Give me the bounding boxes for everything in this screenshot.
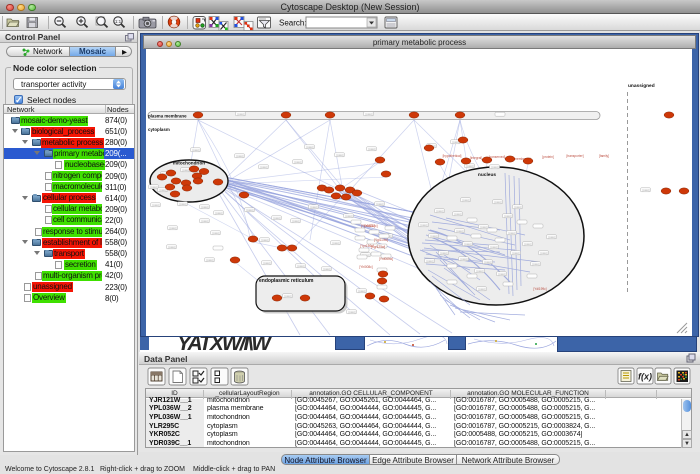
svg-text:[xxxx]: [xxxx] <box>515 205 522 209</box>
svg-text:[xxxx]: [xxxx] <box>202 219 209 223</box>
svg-text:cytoplasm: cytoplasm <box>148 127 170 132</box>
svg-text:[xxxx]: [xxxx] <box>359 289 366 293</box>
svg-text:[xxxx]: [xxxx] <box>513 251 520 255</box>
svg-text:[xxxx]: [xxxx] <box>369 147 376 151</box>
svg-text:[Ybr043c]: [Ybr043c] <box>361 224 375 228</box>
svg-text:endoplasmic reticulum: endoplasmic reticulum <box>259 278 314 284</box>
svg-text:[xxxx]: [xxxx] <box>366 112 373 116</box>
svg-text:[xxxx]: [xxxx] <box>153 203 160 207</box>
svg-text:[xxxx]: [xxxx] <box>285 294 292 298</box>
svg-text:[xxxx]: [xxxx] <box>431 234 438 238</box>
svg-text:[xxxx]: [xxxx] <box>237 154 244 158</box>
svg-text:[xxxx]: [xxxx] <box>202 205 209 209</box>
svg-text:[xxxx]: [xxxx] <box>492 165 499 169</box>
svg-text:[xxxx]: [xxxx] <box>455 212 462 216</box>
svg-text:[xxxx]: [xxxx] <box>238 112 245 116</box>
svg-text:[xxxx]: [xxxx] <box>437 209 444 213</box>
svg-text:[xxxx]: [xxxx] <box>541 251 548 255</box>
svg-text:[xxxx]: [xxxx] <box>293 219 300 223</box>
svg-text:[integral]: [integral] <box>470 156 482 160</box>
svg-text:[xxxx]: [xxxx] <box>337 153 344 157</box>
svg-text:f(x): f(x) <box>638 372 652 382</box>
svg-text:[xxxx]: [xxxx] <box>180 202 187 206</box>
svg-text:[xxxx]: [xxxx] <box>298 264 305 268</box>
svg-text:[xxxx]: [xxxx] <box>481 225 488 229</box>
svg-text:[xxxx]: [xxxx] <box>170 226 177 230</box>
svg-text:[xxxx]: [xxxx] <box>465 242 472 246</box>
svg-text:[xxxx]: [xxxx] <box>333 241 340 245</box>
svg-text:[xxxx]: [xxxx] <box>643 188 650 192</box>
svg-text:[xxxx]: [xxxx] <box>495 200 502 204</box>
svg-text:[xxxx]: [xxxx] <box>463 198 470 202</box>
svg-text:[xxxx]: [xxxx] <box>349 310 356 314</box>
svg-text:[xxxx]: [xxxx] <box>461 257 468 261</box>
svg-text:[xxxx]: [xxxx] <box>183 168 190 172</box>
svg-text:[xxxx]: [xxxx] <box>274 216 281 220</box>
svg-text:[xxxx]: [xxxx] <box>485 260 492 264</box>
svg-text:[xxxx]: [xxxx] <box>216 211 223 215</box>
svg-text:unassigned: unassigned <box>628 83 655 89</box>
svg-text:[hypothetical]: [hypothetical] <box>443 154 462 158</box>
svg-text:[xxxx]: [xxxx] <box>207 258 214 262</box>
svg-text:[family]: [family] <box>599 154 609 158</box>
svg-text:[xxxx]: [xxxx] <box>261 165 268 169</box>
svg-text:plasma membrane: plasma membrane <box>148 113 187 118</box>
svg-text:[xxxx]: [xxxx] <box>169 245 176 249</box>
svg-text:[Ynl065w]: [Ynl065w] <box>379 257 393 261</box>
svg-text:[Ypr156c]: [Ypr156c] <box>360 244 374 248</box>
svg-text:[xxxx]: [xxxx] <box>479 287 486 291</box>
svg-text:[xxxx]: [xxxx] <box>295 160 302 164</box>
svg-text:[xxxx]: [xxxx] <box>324 267 331 271</box>
svg-text:nucleus: nucleus <box>478 172 496 178</box>
svg-text:[xxxx]: [xxxx] <box>213 231 220 235</box>
svg-text:[xxxx]: [xxxx] <box>421 223 428 227</box>
svg-text:[xxxx]: [xxxx] <box>477 269 484 273</box>
svg-text:[xxxx]: [xxxx] <box>427 259 434 263</box>
svg-text:[transporter]: [transporter] <box>566 154 583 158</box>
svg-text:[xxxx]: [xxxx] <box>247 208 254 212</box>
svg-text:[xxxx]: [xxxx] <box>491 245 498 249</box>
svg-text:[xxxx]: [xxxx] <box>457 229 464 233</box>
svg-text:[xxxx]: [xxxx] <box>441 251 448 255</box>
svg-text:[xxxx]: [xxxx] <box>499 272 506 276</box>
svg-text:mitochondrion: mitochondrion <box>173 161 205 166</box>
svg-text:[xxxx]: [xxxx] <box>549 235 556 239</box>
svg-text:[xxxx]: [xxxx] <box>264 261 271 265</box>
svg-text:[Ygl114w]: [Ygl114w] <box>374 238 388 242</box>
svg-text:[xxxx]: [xxxx] <box>505 214 512 218</box>
svg-text:[xxxx]: [xxxx] <box>346 214 353 218</box>
svg-text:[xxxx]: [xxxx] <box>533 262 540 266</box>
svg-text:[Yhl008c]: [Yhl008c] <box>359 265 372 269</box>
svg-text:[xxxx]: [xxxx] <box>151 185 158 189</box>
svg-text:[xxxx]: [xxxx] <box>467 164 474 168</box>
svg-text:1:1: 1:1 <box>115 19 122 24</box>
svg-text:[Ydl199c]: [Ydl199c] <box>533 287 546 291</box>
svg-text:[xxxx]: [xxxx] <box>307 145 314 149</box>
svg-text:[xxxx]: [xxxx] <box>311 205 318 209</box>
svg-text:Search:: Search: <box>279 19 307 28</box>
svg-text:[xxxx]: [xxxx] <box>509 231 516 235</box>
svg-text:[xxxx]: [xxxx] <box>377 202 384 206</box>
svg-text:[xxxx]: [xxxx] <box>193 148 200 152</box>
svg-text:[protein]: [protein] <box>542 155 554 159</box>
svg-text:[xxxx]: [xxxx] <box>262 238 269 242</box>
svg-text:[xxxx]: [xxxx] <box>525 242 532 246</box>
